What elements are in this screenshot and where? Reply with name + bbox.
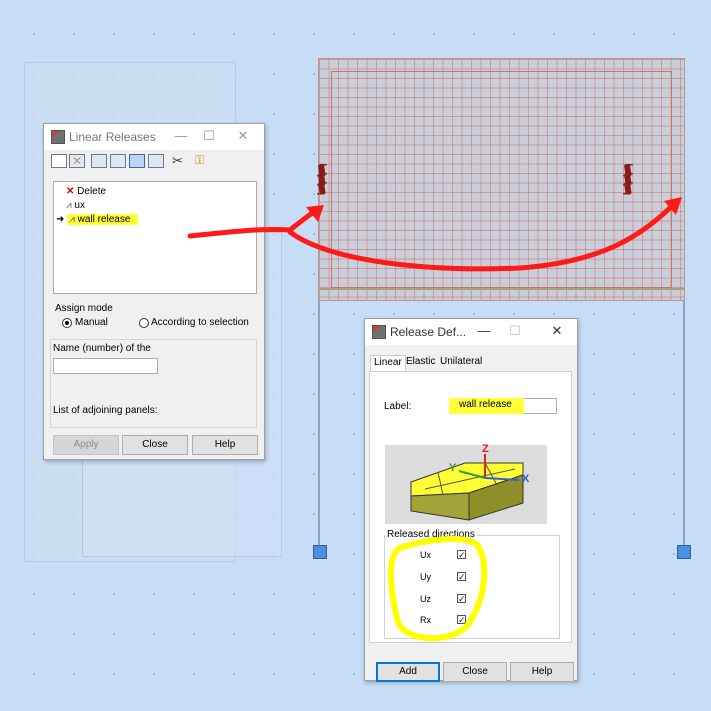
assign-mode-label: Assign mode bbox=[55, 303, 113, 314]
linear-release-symbol-left: ʃʃʃʃ ʃʃʃʃ ʃʃʃʃ bbox=[318, 163, 326, 196]
cut-icon[interactable]: ✂ bbox=[172, 153, 183, 169]
new-icon[interactable] bbox=[51, 154, 67, 168]
view-icon-4[interactable] bbox=[148, 154, 164, 168]
according-selection-radio[interactable] bbox=[139, 318, 149, 328]
close-icon[interactable]: ✕ bbox=[548, 323, 566, 339]
delete-icon[interactable]: ✕ bbox=[69, 154, 85, 168]
support-right[interactable] bbox=[677, 545, 691, 559]
apply-button[interactable]: Apply bbox=[53, 435, 119, 455]
help-button[interactable]: Help bbox=[192, 435, 258, 455]
rx-checkbox[interactable]: ✓ bbox=[457, 615, 466, 625]
release-icon: ⩘ bbox=[66, 200, 72, 211]
app-icon bbox=[372, 325, 386, 339]
x-axis-label: X bbox=[522, 473, 530, 485]
view-icon-2[interactable] bbox=[110, 154, 126, 168]
release-definition-window: Release Def... — ☐ ✕ Linear Elastic Unil… bbox=[364, 318, 578, 682]
support-left[interactable] bbox=[313, 545, 327, 559]
y-axis-label: Y bbox=[449, 462, 457, 474]
linear-releases-titlebar[interactable]: Linear Releases — ☐ ✕ bbox=[44, 124, 264, 150]
view-icon-3[interactable] bbox=[129, 154, 145, 168]
linear-releases-window: Linear Releases — ☐ ✕ ✕ ✂ ⚿ ✕ Delete ⩘ u… bbox=[43, 123, 265, 460]
according-selection-label: According to selection bbox=[151, 317, 249, 328]
ux-checkbox[interactable]: ✓ bbox=[457, 550, 466, 560]
release-illustration: Z X Y bbox=[385, 443, 547, 524]
wall-panel-inner-border bbox=[331, 71, 672, 288]
close-button[interactable]: Close bbox=[443, 662, 507, 682]
released-directions-group bbox=[384, 535, 560, 639]
view-icon-1[interactable] bbox=[91, 154, 107, 168]
add-button[interactable]: Add bbox=[376, 662, 440, 682]
label-field-value: wall release bbox=[449, 398, 524, 414]
label-caption: Label: bbox=[384, 401, 412, 412]
key-icon[interactable]: ⚿ bbox=[195, 153, 204, 168]
app-icon bbox=[51, 130, 65, 144]
z-axis-label: Z bbox=[482, 443, 489, 455]
window-title: Release Def... bbox=[390, 325, 467, 339]
tab-linear[interactable]: Linear bbox=[370, 355, 406, 371]
release-list[interactable]: ✕ Delete ⩘ ux ➜ ⩘ wall release bbox=[53, 181, 257, 294]
ux-label: Ux bbox=[420, 550, 431, 560]
minimize-icon[interactable]: — bbox=[475, 323, 493, 338]
help-button[interactable]: Help bbox=[510, 662, 574, 682]
close-icon[interactable]: ✕ bbox=[234, 128, 252, 144]
arrow-icon: ➜ bbox=[56, 214, 65, 225]
list-item[interactable]: ✕ Delete bbox=[66, 186, 106, 197]
rx-label: Rx bbox=[420, 615, 431, 625]
linear-tab-page: Label: wall release Z X Y Released direc bbox=[369, 371, 572, 643]
label-field[interactable]: wall release bbox=[449, 398, 557, 414]
uz-checkbox[interactable]: ✓ bbox=[457, 594, 466, 604]
list-item-label: ux bbox=[74, 200, 85, 211]
close-button[interactable]: Close bbox=[122, 435, 188, 455]
adjoining-panels-label: List of adjoining panels: bbox=[53, 405, 158, 416]
list-item[interactable]: ⩘ ux bbox=[66, 200, 85, 211]
minimize-icon[interactable]: — bbox=[172, 128, 190, 143]
linear-release-symbol-right: ʃʃʃʃ ʃʃʃʃ ʃʃʃʃ bbox=[624, 163, 632, 196]
name-number-field[interactable] bbox=[53, 358, 158, 374]
list-item-selected[interactable]: ➜ ⩘ wall release bbox=[56, 214, 139, 225]
column-left bbox=[318, 300, 320, 548]
uz-label: Uz bbox=[420, 594, 431, 604]
name-number-label: Name (number) of the bbox=[53, 343, 151, 354]
maximize-icon[interactable]: ☐ bbox=[506, 323, 524, 339]
tab-elastic[interactable]: Elastic bbox=[403, 355, 438, 371]
released-directions-title: Released directions bbox=[385, 529, 477, 540]
manual-radio[interactable] bbox=[62, 318, 72, 328]
tab-unilateral[interactable]: Unilateral bbox=[437, 355, 485, 371]
release-icon: ⩘ bbox=[69, 214, 75, 225]
maximize-icon[interactable]: ☐ bbox=[200, 128, 218, 144]
list-item-label: wall release bbox=[77, 214, 131, 225]
release-def-titlebar[interactable]: Release Def... — ☐ ✕ bbox=[365, 319, 577, 345]
column-right bbox=[683, 300, 685, 548]
uy-label: Uy bbox=[420, 572, 431, 582]
manual-radio-label: Manual bbox=[75, 317, 108, 328]
delete-x-icon: ✕ bbox=[66, 186, 75, 197]
list-item-label: Delete bbox=[77, 186, 107, 197]
uy-checkbox[interactable]: ✓ bbox=[457, 572, 466, 582]
window-title: Linear Releases bbox=[69, 130, 156, 144]
wall-panel-edge bbox=[319, 288, 684, 290]
wall-panel-mesh bbox=[318, 58, 685, 301]
